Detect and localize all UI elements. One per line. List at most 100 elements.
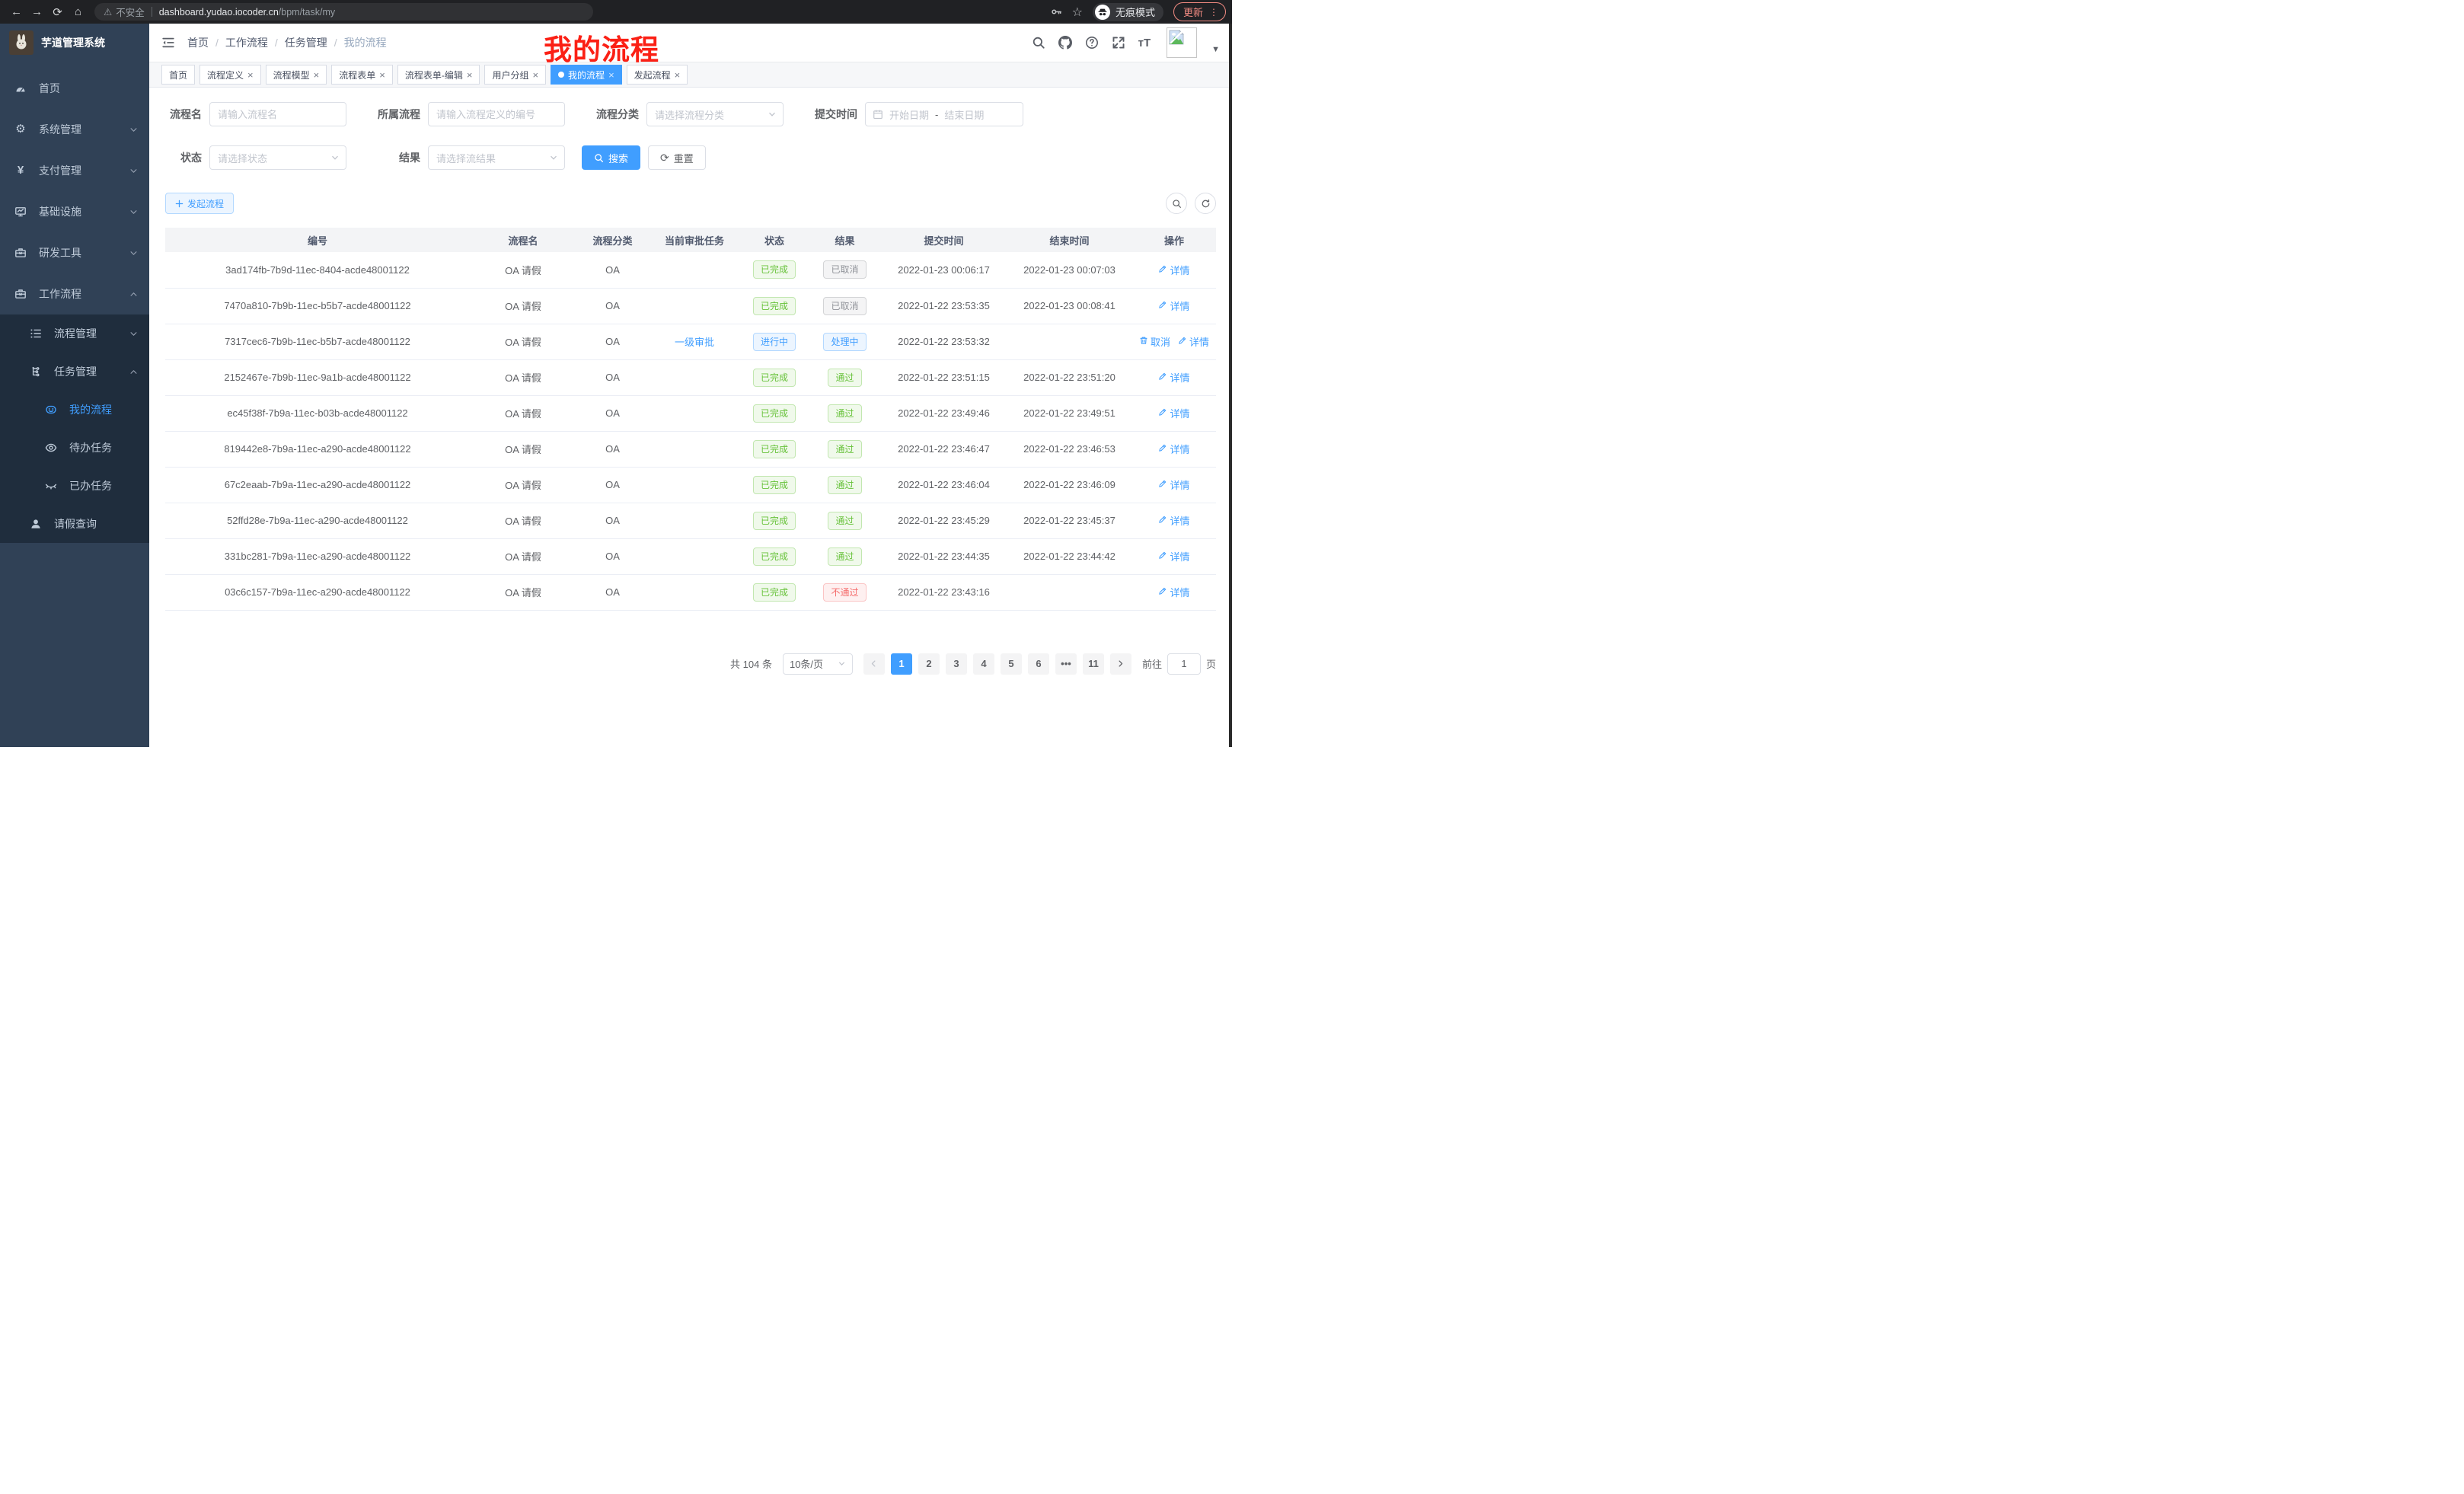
fullscreen-icon[interactable] — [1112, 36, 1125, 49]
refresh-table-button[interactable] — [1195, 193, 1216, 214]
tab-1[interactable]: 流程定义× — [199, 65, 261, 85]
browser-home-button[interactable]: ⌂ — [68, 2, 88, 22]
result-select[interactable]: 请选择流结果 — [428, 145, 565, 170]
filter-row-1: 流程名 所属流程 流程分类 请选择流程分类 提交时间 开始日期 - 结束日期 — [165, 102, 1216, 126]
tab-2[interactable]: 流程模型× — [266, 65, 327, 85]
security-chip[interactable]: ⚠ 不安全 — [104, 5, 145, 19]
close-icon[interactable]: × — [608, 70, 614, 80]
breadcrumb-task[interactable]: 任务管理 — [285, 35, 327, 50]
sidebar-item-9[interactable]: 待办任务 — [0, 429, 149, 467]
close-icon[interactable]: × — [314, 70, 320, 80]
bookmark-star-icon[interactable]: ☆ — [1072, 5, 1083, 20]
cell-actions: 详情 — [1132, 431, 1216, 467]
result-badge: 通过 — [828, 476, 861, 494]
prev-page-button[interactable] — [863, 653, 885, 675]
page-button-2[interactable]: 2 — [918, 653, 940, 675]
definition-input[interactable] — [428, 102, 565, 126]
url-host: dashboard.yudao.iocoder.cn — [159, 7, 279, 18]
sidebar-item-4[interactable]: 研发工具 — [0, 232, 149, 273]
cell-result: 处理中 — [809, 324, 881, 359]
tab-4[interactable]: 流程表单-编辑× — [397, 65, 480, 85]
cancel-action-link[interactable]: 取消 — [1139, 334, 1170, 349]
tab-3[interactable]: 流程表单× — [331, 65, 393, 85]
sidebar-item-3[interactable]: 基础设施 — [0, 191, 149, 232]
table-row-7: 52ffd28e-7b9a-11ec-a290-acde48001122OA 请… — [165, 503, 1216, 538]
chevron-up-icon — [129, 368, 138, 376]
sidebar-item-6[interactable]: 流程管理 — [0, 314, 149, 353]
page-button-3[interactable]: 3 — [946, 653, 967, 675]
reset-button-label: 重置 — [674, 151, 694, 165]
page-button-4[interactable]: 4 — [973, 653, 994, 675]
start-process-button[interactable]: 发起流程 — [165, 193, 234, 214]
breadcrumb-workflow[interactable]: 工作流程 — [225, 35, 268, 50]
page-button-5[interactable]: 5 — [1001, 653, 1022, 675]
page-size-select[interactable]: 10条/页 — [783, 653, 853, 675]
logo-row[interactable]: 芋道管理系统 — [0, 24, 149, 62]
breadcrumb-home[interactable]: 首页 — [187, 35, 209, 50]
sidebar-item-8[interactable]: 我的流程 — [0, 391, 149, 429]
next-page-button[interactable] — [1110, 653, 1131, 675]
cell-process-name: OA 请假 — [470, 503, 576, 538]
detail-action-link[interactable]: 详情 — [1158, 513, 1189, 528]
category-select[interactable]: 请选择流程分类 — [646, 102, 784, 126]
avatar[interactable] — [1167, 27, 1197, 58]
help-question-icon[interactable] — [1085, 36, 1099, 49]
page-button-11[interactable]: 11 — [1083, 653, 1104, 675]
status-placeholder: 请选择状态 — [218, 151, 267, 165]
close-icon[interactable]: × — [247, 70, 254, 80]
sidebar-item-5[interactable]: 工作流程 — [0, 273, 149, 314]
table-row-0: 3ad174fb-7b9d-11ec-8404-acde48001122OA 请… — [165, 252, 1216, 288]
avatar-caret-icon[interactable]: ▼ — [1211, 45, 1220, 54]
sidebar-item-7[interactable]: 任务管理 — [0, 353, 149, 391]
result-label: 结果 — [365, 150, 428, 165]
sidebar-item-10[interactable]: 已办任务 — [0, 467, 149, 505]
header-search-icon[interactable] — [1032, 36, 1045, 49]
submit-time-range-picker[interactable]: 开始日期 - 结束日期 — [865, 102, 1023, 126]
refresh-icon: ⟳ — [660, 152, 669, 163]
sidebar-item-2[interactable]: ¥支付管理 — [0, 150, 149, 191]
detail-action-link[interactable]: 详情 — [1158, 442, 1189, 456]
close-icon[interactable]: × — [467, 70, 473, 80]
close-icon[interactable]: × — [675, 70, 681, 80]
sidebar-item-1[interactable]: ⚙系统管理 — [0, 109, 149, 150]
page-button-6[interactable]: 6 — [1028, 653, 1049, 675]
current-task-link[interactable]: 一级审批 — [675, 334, 714, 349]
browser-back-button[interactable]: ← — [6, 2, 27, 22]
browser-menu-icon[interactable]: ⋮ — [1209, 7, 1218, 18]
detail-action-link[interactable]: 详情 — [1158, 298, 1189, 313]
detail-action-link[interactable]: 详情 — [1158, 406, 1189, 420]
close-icon[interactable]: × — [379, 70, 385, 80]
detail-action-link[interactable]: 详情 — [1158, 477, 1189, 492]
cell-result: 通过 — [809, 359, 881, 395]
search-button[interactable]: 搜索 — [582, 145, 640, 170]
toggle-search-button[interactable] — [1166, 193, 1187, 214]
detail-action-link[interactable]: 详情 — [1158, 263, 1189, 277]
font-size-icon[interactable]: ᴛT — [1138, 37, 1151, 49]
browser-reload-button[interactable]: ⟳ — [47, 2, 68, 22]
address-bar[interactable]: ⚠ 不安全 dashboard.yudao.iocoder.cn /bpm/ta… — [94, 3, 593, 21]
chevron-up-icon — [129, 290, 138, 298]
password-key-icon[interactable] — [1051, 6, 1062, 18]
end-date-placeholder: 结束日期 — [944, 107, 984, 122]
sidebar-item-0[interactable]: 首页 — [0, 68, 149, 109]
process-name-input[interactable] — [209, 102, 346, 126]
status-select[interactable]: 请选择状态 — [209, 145, 346, 170]
page-button-1[interactable]: 1 — [891, 653, 912, 675]
url-path: /bpm/task/my — [279, 7, 335, 18]
detail-action-link[interactable]: 详情 — [1158, 549, 1189, 563]
detail-action-link[interactable]: 详情 — [1158, 370, 1189, 385]
sidebar-item-11[interactable]: 请假查询 — [0, 505, 149, 543]
detail-action-link[interactable]: 详情 — [1158, 585, 1189, 599]
tab-5[interactable]: 用户分组× — [484, 65, 546, 85]
browser-forward-button[interactable]: → — [27, 2, 47, 22]
close-icon[interactable]: × — [532, 70, 538, 80]
detail-action-link[interactable]: 详情 — [1178, 334, 1209, 349]
browser-update-button[interactable]: 更新 ⋮ — [1173, 2, 1226, 21]
sidebar-collapse-icon[interactable] — [161, 36, 175, 49]
tab-0[interactable]: 首页 — [161, 65, 195, 85]
goto-page-input[interactable] — [1167, 653, 1201, 675]
more-pages-button[interactable]: ••• — [1055, 653, 1077, 675]
reset-button[interactable]: ⟳ 重置 — [648, 145, 706, 170]
pager: 123456 ••• 11 — [863, 653, 1131, 675]
github-icon[interactable] — [1058, 36, 1072, 49]
